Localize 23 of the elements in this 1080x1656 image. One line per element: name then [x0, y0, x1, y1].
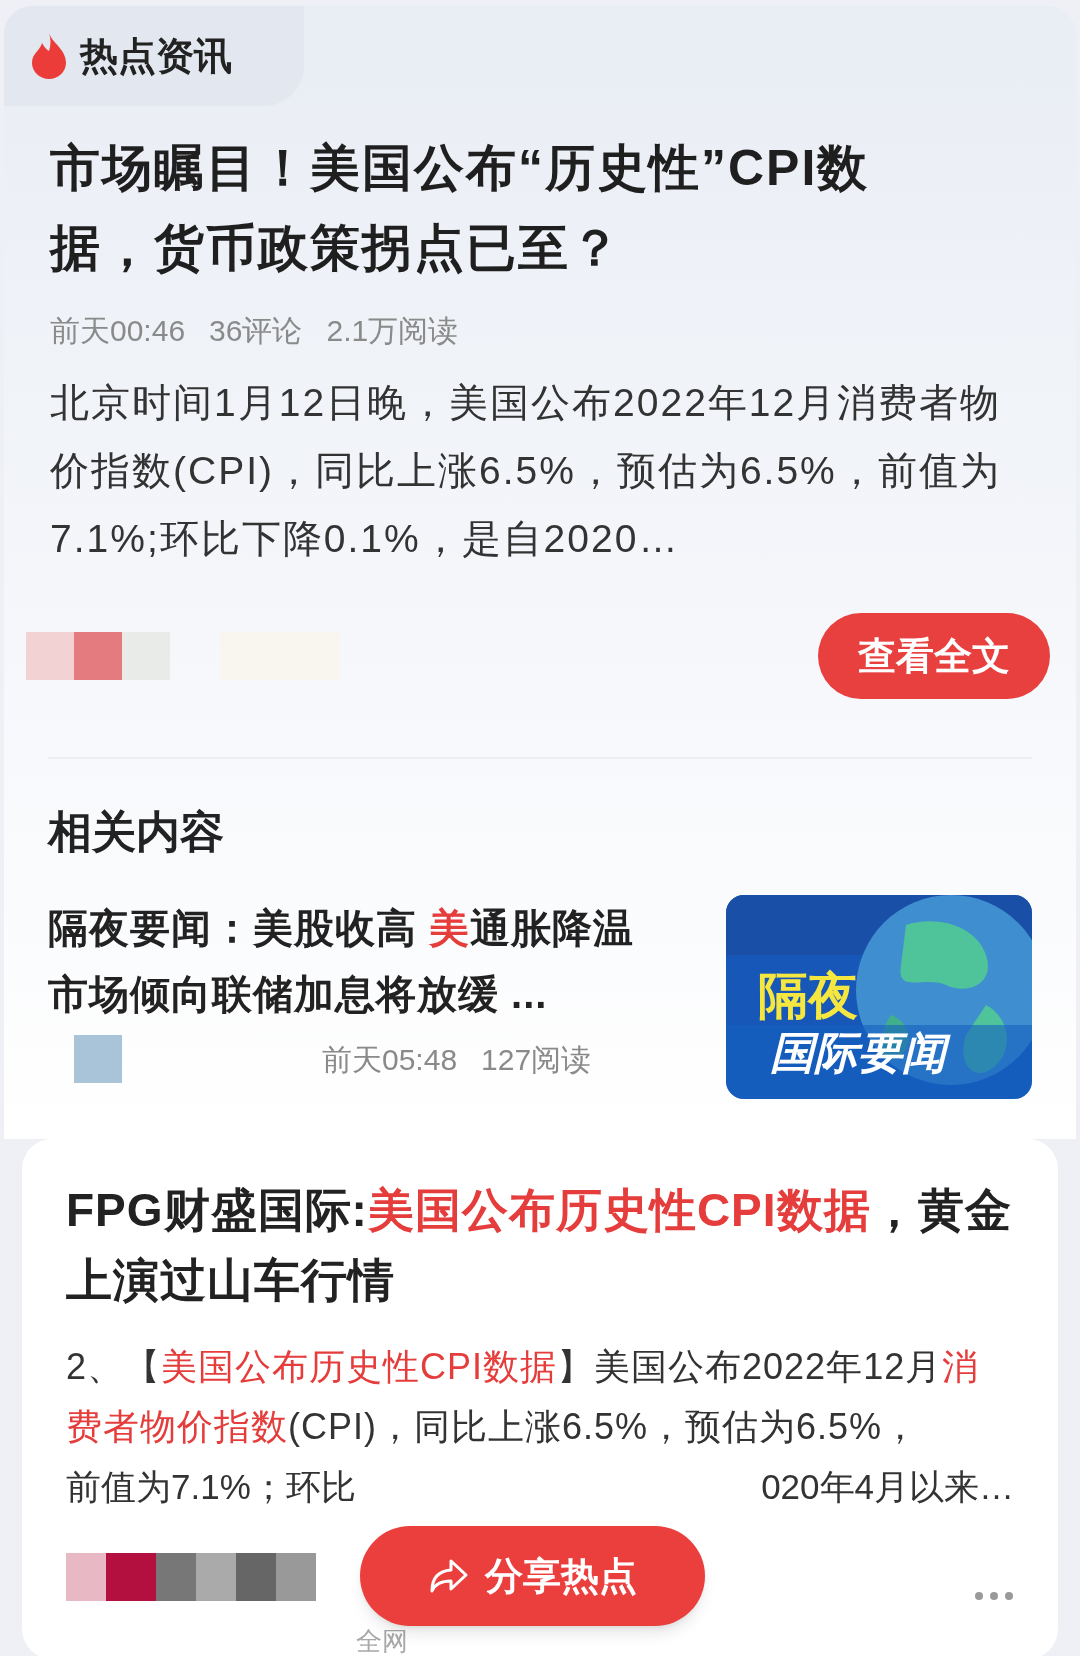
- summary-text: 020年4月以来…: [761, 1466, 1014, 1508]
- thumbnail-caption: 隔夜: [758, 967, 858, 1026]
- flame-icon: [30, 33, 68, 79]
- blurred-avatar: [74, 1035, 122, 1083]
- meta-text: 前天05:48: [322, 1041, 458, 1078]
- article-title: 市场瞩目！美国公布“历史性”CPI数据，货币政策拐点已至？: [50, 139, 871, 278]
- summary-text: 前值为7.1%；环比: [66, 1466, 356, 1508]
- thumbnail-caption: 国际要闻: [770, 1025, 954, 1081]
- related-title[interactable]: 隔夜要闻：美股收高 美通胀降温市场倾向联储加息将放缓 ...: [48, 895, 666, 1027]
- card-title: FPG财盛国际:美国公布历史性CPI数据，黄金上演过山车行情: [66, 1183, 1013, 1308]
- section-title: 热点资讯: [80, 33, 232, 79]
- article-summary: 北京时间1月12日晚，美国公布2022年12月消费者物价指数(CPI)，同比上涨6.5%，预估为6.5%，前值为7.1%;环比下降0.1%，是自2020…: [50, 380, 1003, 562]
- section-heading: 相关内容: [46, 806, 225, 858]
- card-summary: 2、【美国公布历史性CPI数据】美国公布2022年12月 消费者物价指数(CPI)，同比上涨6.5%，预估为6.5%，: [66, 1345, 981, 1449]
- meta-text: 2.1万阅读: [326, 313, 459, 349]
- more-icon[interactable]: [974, 1591, 1014, 1601]
- meta-text: 127阅读: [481, 1041, 592, 1078]
- share-button[interactable]: 分享热点: [360, 1526, 705, 1626]
- read-full-button[interactable]: 查看全文: [818, 613, 1050, 699]
- source-label: 全网: [356, 1626, 408, 1656]
- share-icon: [428, 1558, 469, 1594]
- meta-text: 36评论: [209, 313, 303, 349]
- meta-text: 前天00:46: [50, 313, 186, 349]
